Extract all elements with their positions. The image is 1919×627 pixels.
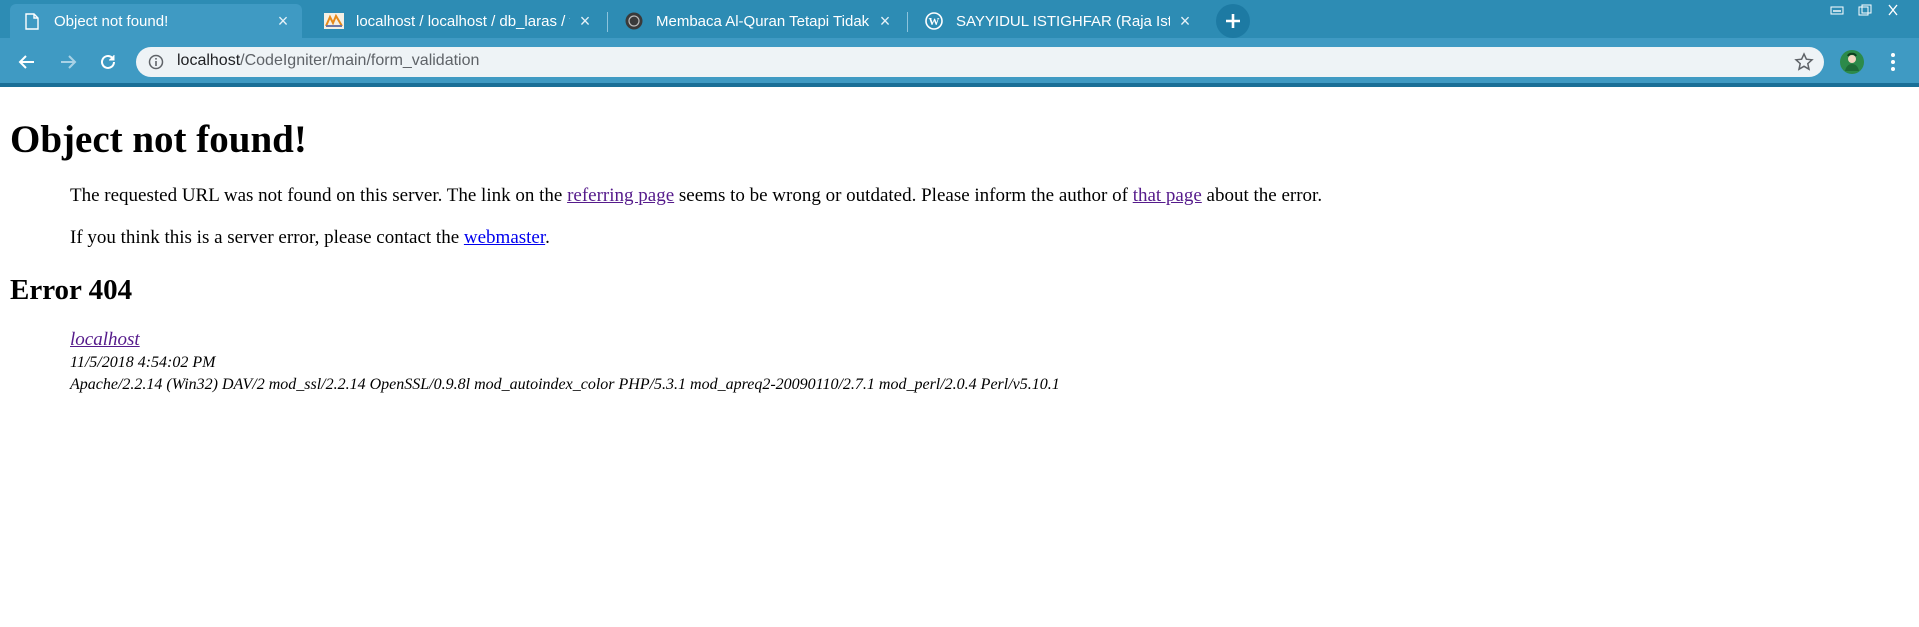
message-text: The requested URL was not found on this … <box>70 185 568 206</box>
site-icon <box>624 11 644 31</box>
close-icon[interactable]: × <box>876 12 894 30</box>
error-message: The requested URL was not found on this … <box>70 185 1890 207</box>
tab-sayyidul-istighfar[interactable]: W SAYYIDUL ISTIGHFAR (Raja Istigh × <box>912 4 1204 38</box>
tab-strip: Object not found! × localhost / localhos… <box>0 0 1919 38</box>
tab-phpmyadmin[interactable]: localhost / localhost / db_laras / t × <box>312 4 604 38</box>
close-icon[interactable]: × <box>576 12 594 30</box>
error-code-heading: Error 404 <box>10 274 133 306</box>
wordpress-icon: W <box>924 11 944 31</box>
reload-button[interactable] <box>92 46 124 78</box>
message-text: . <box>545 227 550 248</box>
referring-page-link[interactable]: referring page <box>567 185 674 206</box>
timestamp: 11/5/2018 4:54:02 PM <box>70 354 216 371</box>
page-title: Object not found! <box>10 118 307 161</box>
browser-toolbar: localhost/CodeIgniter/main/form_validati… <box>0 38 1919 85</box>
message-text: about the error. <box>1201 185 1323 206</box>
that-page-link[interactable]: that page <box>1133 185 1202 206</box>
tab-membaca-al-quran[interactable]: Membaca Al-Quran Tetapi Tidak × <box>612 4 904 38</box>
address-bar[interactable]: localhost/CodeIgniter/main/form_validati… <box>136 47 1824 77</box>
forward-button[interactable] <box>52 46 84 78</box>
server-info: Apache/2.2.14 (Win32) DAV/2 mod_ssl/2.2.… <box>70 376 1060 393</box>
tab-object-not-found[interactable]: Object not found! × <box>10 4 302 38</box>
page-icon <box>22 11 42 31</box>
svg-text:W: W <box>929 16 940 28</box>
forward-arrow-icon <box>61 55 77 69</box>
message-text: seems to be wrong or outdated. Please in… <box>674 185 1133 206</box>
tab-title: SAYYIDUL ISTIGHFAR (Raja Istigh <box>956 12 1170 30</box>
webmaster-link[interactable]: webmaster <box>464 227 545 248</box>
new-tab-button[interactable] <box>1216 4 1250 38</box>
tab-separator <box>907 12 908 32</box>
server-signature: localhost 11/5/2018 4:54:02 PM Apache/2.… <box>70 329 1890 396</box>
url-text[interactable]: localhost/CodeIgniter/main/form_validati… <box>177 52 479 70</box>
reload-icon <box>101 54 115 69</box>
back-arrow-icon <box>18 55 34 69</box>
page-content: Object not found! The requested URL was … <box>10 87 1890 396</box>
close-window-button[interactable] <box>1879 0 1907 20</box>
restore-button[interactable] <box>1851 0 1879 20</box>
bookmark-star-icon[interactable] <box>1794 52 1814 72</box>
close-icon[interactable]: × <box>274 12 292 30</box>
phpmyadmin-icon <box>324 11 344 31</box>
tab-title: Membaca Al-Quran Tetapi Tidak <box>656 12 870 30</box>
localhost-link[interactable]: localhost <box>70 329 140 350</box>
window-controls <box>1823 0 1907 22</box>
extension-icon[interactable] <box>1839 49 1865 75</box>
tab-title: localhost / localhost / db_laras / t <box>356 12 570 30</box>
back-button[interactable] <box>11 46 43 78</box>
url-path: /CodeIgniter/main/form_validation <box>240 52 480 69</box>
message-text: If you think this is a server error, ple… <box>70 227 464 248</box>
info-icon[interactable] <box>148 54 164 70</box>
more-vert-icon <box>1891 53 1895 71</box>
url-host: localhost <box>177 52 241 69</box>
minimize-button[interactable] <box>1823 0 1851 20</box>
close-icon[interactable]: × <box>1176 12 1194 30</box>
plus-icon <box>1226 14 1240 28</box>
menu-button[interactable] <box>1880 49 1906 75</box>
tab-title: Object not found! <box>54 12 169 30</box>
tab-separator <box>607 12 608 32</box>
contact-message: If you think this is a server error, ple… <box>70 227 1890 249</box>
